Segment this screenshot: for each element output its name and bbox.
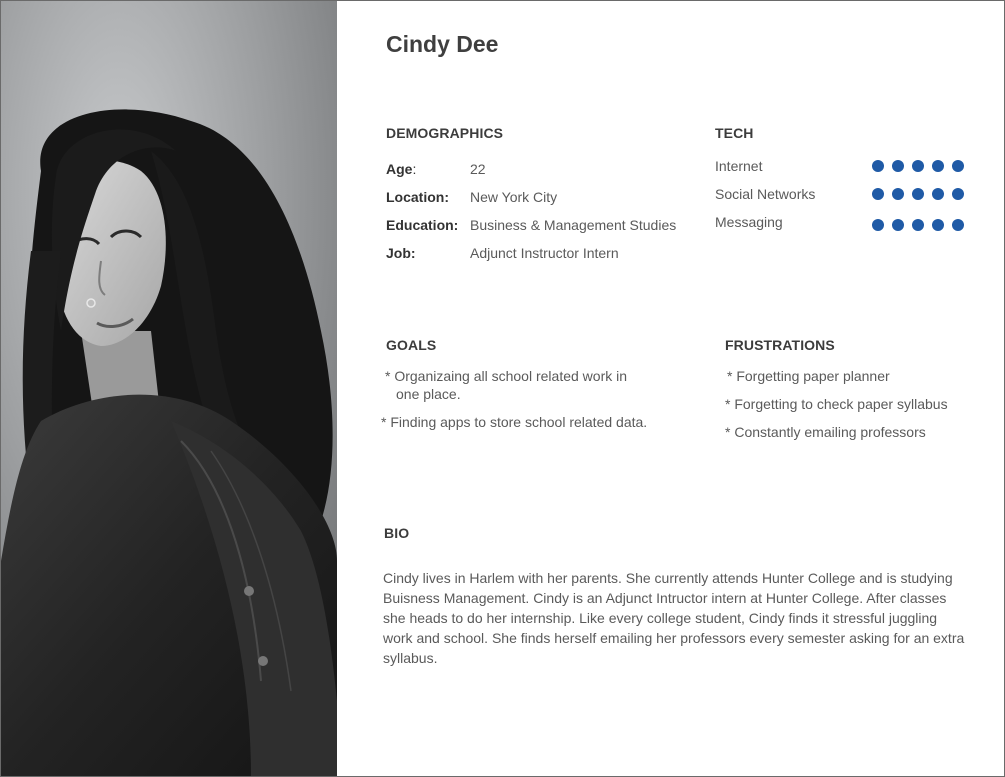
tech-item-label: Messaging [715,214,783,230]
demographics-row-education: Education: Business & Management Studies [386,217,676,233]
rating-dot [892,219,904,231]
demographics-value: Adjunct Instructor Intern [470,245,619,261]
demographics-colon: : [412,161,417,177]
tech-title: TECH [715,125,754,141]
goal-item: * Finding apps to store school related d… [381,413,647,431]
demographics-title: DEMOGRAPHICS [386,125,504,141]
demographics-label: Education: [386,217,459,233]
demographics-value: New York City [470,189,558,205]
demographics-value: Business & Management Studies [470,217,677,233]
demographics-row-location: Location: New York City [386,189,557,205]
rating-dot [912,188,924,200]
goal-item: * Organizaing all school related work in… [385,367,627,403]
goals-title: GOALS [386,337,437,353]
rating-dot [932,188,944,200]
rating-dot [952,219,964,231]
demographics-label: Age [386,161,413,177]
demographics-value: 22 [470,161,486,177]
frustration-item: * Forgetting paper planner [727,368,890,384]
frustration-item: * Constantly emailing professors [725,424,926,440]
bio-text: Cindy lives in Harlem with her parents. … [383,570,965,666]
rating-dot [932,219,944,231]
tech-item-label: Social Networks [715,186,816,202]
tech-item-label: Internet [715,158,763,174]
demographics-row-age: Age: 22 [386,161,486,177]
rating-dot [872,188,884,200]
goal-item-line: one place. [396,386,461,402]
rating-dot [892,188,904,200]
frustration-item: * Forgetting to check paper syllabus [725,396,948,412]
rating-dot [932,160,944,172]
goal-item-line: * Finding apps to store school related d… [381,414,648,430]
tech-item-internet: Internet [715,158,965,178]
rating-dot [952,188,964,200]
rating-dot [952,160,964,172]
rating-dot [872,160,884,172]
frustrations-title: FRUSTRATIONS [725,337,835,353]
persona-name: Cindy Dee [386,31,499,57]
portrait-illustration [1,1,337,776]
persona-details: Cindy Dee DEMOGRAPHICS Age: 22 Location: N… [338,1,1004,776]
goal-item-line: * Organizaing all school related work in [385,368,628,384]
tech-item-messaging: Messaging [715,214,965,234]
demographics-row-job: Job: Adjunct Instructor Intern [386,245,619,261]
rating-dot [912,219,924,231]
persona-card: Cindy Dee DEMOGRAPHICS Age: 22 Location: N… [0,0,1005,777]
tech-item-social-networks: Social Networks [715,186,965,206]
rating-dot [872,219,884,231]
rating-dot [892,160,904,172]
bio-title: BIO [384,525,410,541]
demographics-label: Location: [386,189,449,205]
portrait-photo [1,1,337,776]
demographics-label: Job: [386,245,416,261]
rating-dot [912,160,924,172]
